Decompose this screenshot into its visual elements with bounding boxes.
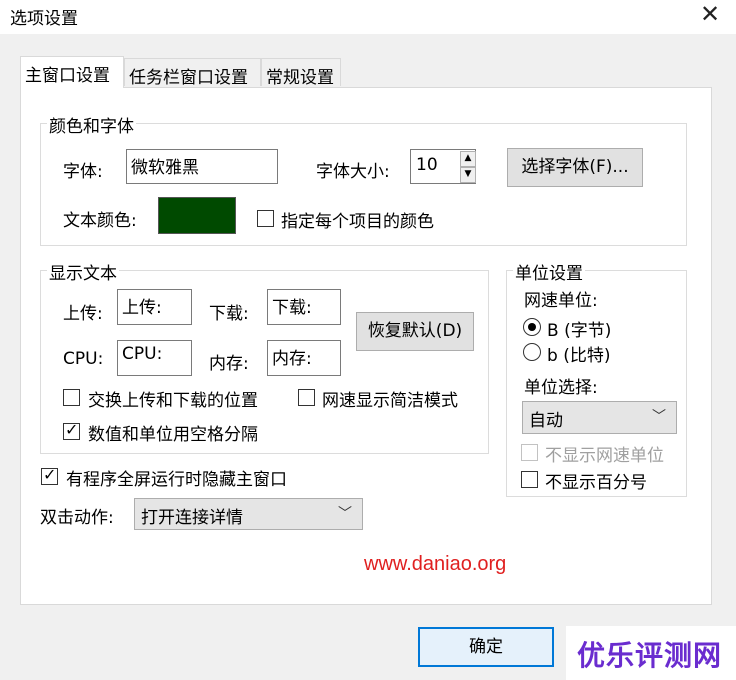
checkmark-icon: ✓ (65, 420, 79, 439)
choose-font-button[interactable]: 选择字体(F)... (507, 148, 643, 187)
font-size-spinner[interactable]: 10 ▲ ▼ (410, 149, 476, 184)
double-click-dropdown[interactable]: 打开连接详情 ﹀ (134, 498, 363, 530)
cpu-text-field[interactable]: CPU: (117, 340, 192, 376)
ok-button[interactable]: 确定 (418, 627, 554, 667)
tab-general[interactable]: 常规设置 (261, 58, 341, 88)
unit-select-value: 自动 (529, 411, 563, 431)
unit-select-dropdown[interactable]: 自动 ﹀ (522, 401, 677, 434)
spinner-buttons: ▲ ▼ (460, 151, 476, 183)
font-label: 字体: (63, 162, 103, 182)
text-color-swatch[interactable] (158, 197, 236, 234)
text-color-label: 文本颜色: (63, 211, 137, 231)
unit-settings-legend: 单位设置 (513, 259, 585, 284)
close-icon[interactable]: ✕ (694, 0, 726, 30)
window-title: 选项设置 (10, 9, 78, 29)
display-text-legend: 显示文本 (47, 259, 119, 284)
tab-taskbar-window-label: 任务栏窗口设置 (129, 68, 248, 88)
upload-label: 上传: (63, 304, 103, 324)
simple-mode-checkbox[interactable] (298, 389, 315, 406)
space-separator-label: 数值和单位用空格分隔 (88, 425, 258, 445)
speed-unit-label: 网速单位: (524, 291, 598, 311)
tab-general-label: 常规设置 (266, 68, 334, 88)
per-item-color-checkbox[interactable] (257, 210, 274, 227)
hide-percent-checkbox[interactable] (521, 471, 538, 488)
unit-select-label: 单位选择: (524, 378, 598, 398)
swap-upload-download-label: 交换上传和下载的位置 (88, 391, 258, 411)
tab-taskbar-window[interactable]: 任务栏窗口设置 (124, 58, 261, 88)
title-bar (0, 0, 736, 34)
watermark-text: 优乐评测网 (577, 639, 723, 672)
website-text: www.daniao.org (364, 553, 507, 575)
simple-mode-label: 网速显示简洁模式 (322, 391, 458, 411)
color-font-legend: 颜色和字体 (47, 112, 136, 137)
double-click-label: 双击动作: (40, 508, 114, 528)
chevron-down-icon: ﹀ (652, 409, 666, 425)
spin-up-icon[interactable]: ▲ (460, 151, 476, 167)
spin-down-icon[interactable]: ▼ (460, 167, 476, 183)
radio-bits[interactable] (523, 343, 541, 361)
font-size-label: 字体大小: (316, 162, 390, 182)
hide-percent-label: 不显示百分号 (545, 473, 647, 493)
fullscreen-hide-label: 有程序全屏运行时隐藏主窗口 (66, 470, 287, 490)
radio-selected-dot (528, 323, 536, 331)
download-text-field[interactable]: 下载: (267, 289, 341, 325)
font-size-value: 10 (416, 155, 438, 175)
cpu-label: CPU: (63, 349, 104, 369)
tab-main-window[interactable]: 主窗口设置 (20, 56, 124, 88)
hide-speed-unit-checkbox (521, 444, 538, 461)
memory-text-field[interactable]: 内存: (267, 340, 341, 376)
tab-main-window-label: 主窗口设置 (25, 66, 110, 86)
checkmark-icon: ✓ (43, 465, 57, 484)
double-click-value: 打开连接详情 (141, 508, 243, 528)
radio-bits-label: b (比特) (547, 346, 611, 366)
chevron-down-icon: ﹀ (338, 506, 352, 522)
restore-default-button[interactable]: 恢复默认(D) (356, 312, 474, 351)
hide-speed-unit-label: 不显示网速单位 (545, 446, 664, 466)
download-label: 下载: (209, 304, 249, 324)
upload-text-field[interactable]: 上传: (117, 289, 192, 325)
font-name-field[interactable]: 微软雅黑 (126, 149, 278, 184)
radio-bytes[interactable] (523, 318, 541, 336)
space-separator-checkbox[interactable]: ✓ (63, 420, 80, 440)
fullscreen-hide-checkbox[interactable]: ✓ (41, 465, 58, 485)
memory-label: 内存: (209, 354, 249, 374)
per-item-color-label: 指定每个项目的颜色 (281, 212, 434, 232)
radio-bytes-label: B (字节) (547, 321, 612, 341)
swap-upload-download-checkbox[interactable] (63, 389, 80, 406)
